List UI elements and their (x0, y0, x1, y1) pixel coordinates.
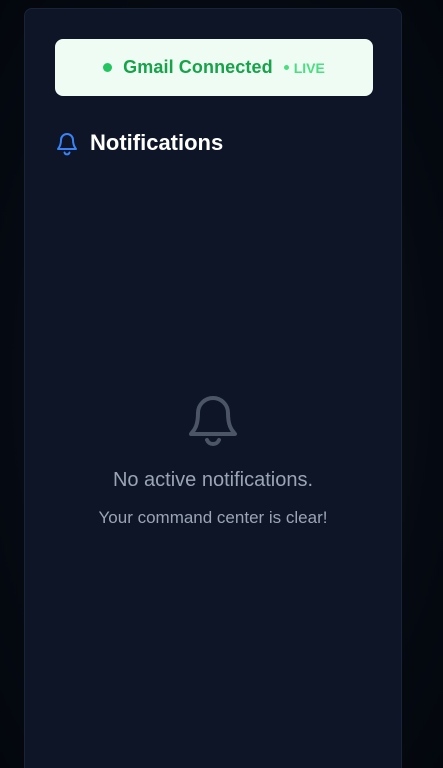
live-badge: LIVE (283, 59, 325, 76)
bell-icon (189, 396, 237, 446)
gmail-status-label: Gmail Connected (123, 57, 273, 77)
live-dot-icon (283, 65, 289, 70)
connected-dot-icon (103, 63, 113, 72)
notifications-header: Notifications (55, 130, 223, 156)
empty-state-subtitle: Your command center is clear! (98, 508, 328, 527)
live-label: LIVE (293, 59, 325, 76)
notifications-title: Notifications (90, 130, 224, 155)
empty-state-title: No active notifications. (112, 469, 314, 491)
bell-icon (57, 133, 77, 156)
gmail-status-banner: Gmail Connected LIVE (55, 39, 373, 96)
app-root: Gmail Connected LIVE Notifications No ac… (0, 0, 443, 768)
empty-state: No active notifications. Your command ce… (25, 389, 401, 528)
notifications-panel: Gmail Connected LIVE Notifications No ac… (24, 8, 402, 768)
